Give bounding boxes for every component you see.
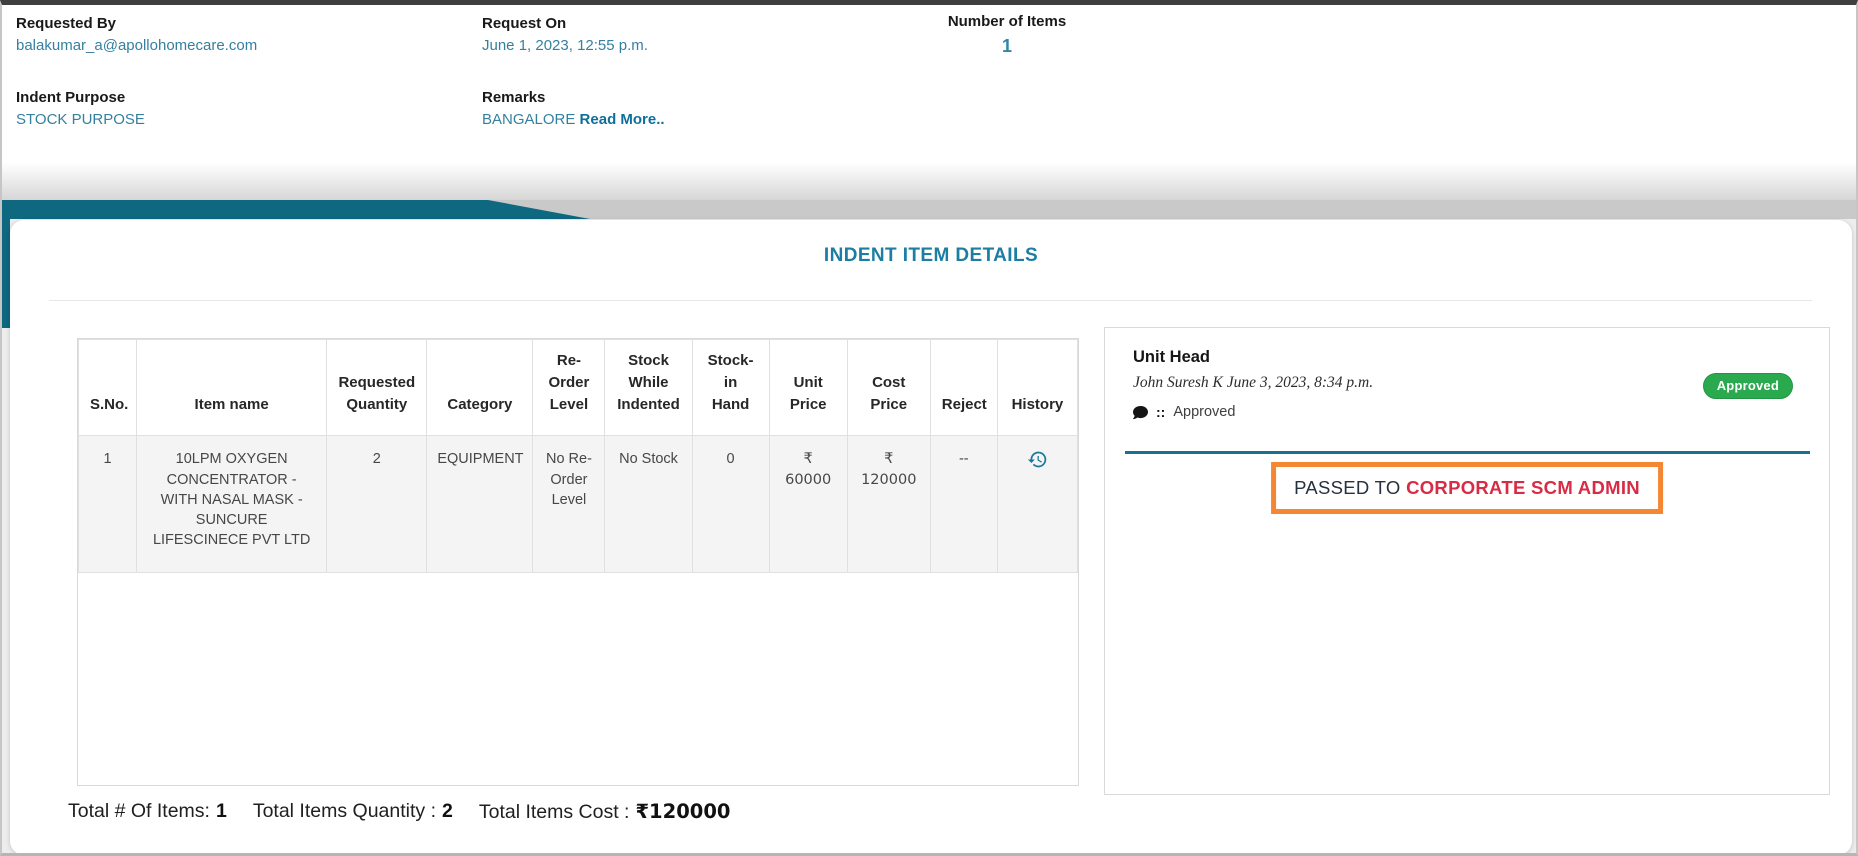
- total-quantity-label: Total Items Quantity :: [252, 800, 436, 822]
- col-cost-price: Cost Price: [846, 339, 931, 437]
- passed-to-prefix: PASSED TO: [1294, 477, 1401, 498]
- comment-row: :: Approved: [1133, 404, 1235, 420]
- passed-to-target: CORPORATE SCM ADMIN: [1406, 477, 1640, 498]
- number-of-items-field: Number of Items 1: [882, 13, 1132, 57]
- col-category: Category: [426, 339, 534, 437]
- comment-separator: ::: [1156, 404, 1166, 420]
- indent-purpose-field: Indent Purpose STOCK PURPOSE: [16, 89, 145, 128]
- number-of-items-label: Number of Items: [947, 13, 1067, 30]
- indent-purpose-value: STOCK PURPOSE: [16, 111, 145, 128]
- total-cost-value: ₹120000: [635, 800, 731, 823]
- requested-by-label: Requested By: [16, 15, 117, 32]
- card-title: INDENT ITEM DETAILS: [823, 245, 1039, 266]
- band-teal-left-strip: [2, 200, 10, 328]
- col-history: History: [996, 339, 1078, 437]
- cost-price-value: 120000: [861, 471, 917, 488]
- request-on-label: Request On: [482, 15, 567, 32]
- cell-reorder-level: No Re-Order Level: [532, 435, 606, 574]
- cell-cost-price: ₹120000: [846, 435, 931, 574]
- totals-bar: Total # Of Items: 1 Total Items Quantity …: [68, 800, 730, 824]
- items-table-container: S.No. Item name Requested Quantity Categ…: [77, 338, 1079, 786]
- comment-text: Approved: [1173, 404, 1236, 420]
- remarks-value: BANGALORE Read More..: [482, 111, 665, 128]
- col-requested-quantity: Requested Quantity: [326, 339, 428, 437]
- indent-detail-screen: Requested By balakumar_a@apollohomecare.…: [0, 0, 1858, 856]
- remarks-label: Remarks: [482, 89, 546, 106]
- requested-by-value: balakumar_a@apollohomecare.com: [16, 37, 258, 54]
- status-badge: Approved: [1702, 373, 1793, 399]
- read-more-link[interactable]: Read More..: [580, 111, 665, 128]
- items-table: S.No. Item name Requested Quantity Categ…: [78, 339, 1078, 574]
- remarks-field: Remarks BANGALORE Read More..: [482, 89, 665, 128]
- history-icon[interactable]: [1027, 449, 1048, 470]
- cell-sno: 1: [78, 435, 138, 574]
- cell-unit-price: ₹60000: [768, 435, 848, 574]
- unit-price-currency: ₹: [803, 451, 813, 468]
- approver-meta: John Suresh K June 3, 2023, 8:34 p.m.: [1133, 374, 1374, 391]
- total-items-label: Total # Of Items:: [68, 800, 210, 822]
- cell-history: [996, 435, 1078, 574]
- cost-price-currency: ₹: [884, 451, 894, 468]
- card-title-divider: [49, 300, 1812, 301]
- col-unit-price: Unit Price: [768, 339, 848, 437]
- cell-stock-in-hand: 0: [691, 435, 770, 574]
- col-sno: S.No.: [78, 339, 138, 437]
- approval-panel: Unit Head John Suresh K June 3, 2023, 8:…: [1104, 327, 1830, 795]
- cell-item-name: 10LPM OXYGEN CONCENTRATOR - WITH NASAL M…: [136, 435, 328, 574]
- col-item-name: Item name: [136, 339, 328, 437]
- request-on-field: Request On June 1, 2023, 12:55 p.m.: [482, 15, 648, 54]
- col-reorder-level: Re-Order Level: [532, 339, 606, 437]
- remarks-text: BANGALORE: [482, 111, 576, 128]
- cell-stock-while-indented: No Stock: [604, 435, 693, 574]
- table-row: 1 10LPM OXYGEN CONCENTRATOR - WITH NASAL…: [78, 435, 1078, 574]
- passed-to-box: PASSED TO CORPORATE SCM ADMIN: [1271, 462, 1663, 514]
- total-quantity-value: 2: [441, 800, 453, 822]
- cell-requested-quantity: 2: [326, 435, 428, 574]
- total-cost: Total Items Cost : ₹120000: [479, 800, 731, 824]
- comment-icon: [1133, 405, 1148, 420]
- cell-reject: --: [929, 435, 998, 574]
- approver-role: Unit Head: [1133, 348, 1211, 366]
- number-of-items-value: 1: [1001, 36, 1012, 56]
- cell-category: EQUIPMENT: [426, 435, 534, 574]
- band-gradient: [2, 163, 1856, 200]
- col-stock-in-hand: Stock-in Hand: [691, 339, 770, 437]
- col-reject: Reject: [929, 339, 998, 437]
- panel-divider: [1125, 451, 1810, 454]
- unit-price-value: 60000: [785, 471, 832, 488]
- requested-by-field: Requested By balakumar_a@apollohomecare.…: [16, 15, 257, 54]
- total-items: Total # Of Items: 1: [68, 800, 227, 824]
- request-on-value: June 1, 2023, 12:55 p.m.: [482, 37, 648, 54]
- total-cost-label: Total Items Cost :: [478, 801, 630, 823]
- table-header-row: S.No. Item name Requested Quantity Categ…: [78, 339, 1078, 437]
- total-quantity: Total Items Quantity :2: [253, 800, 453, 824]
- col-stock-while-indented: Stock While Indented: [604, 339, 693, 437]
- total-items-value: 1: [215, 800, 227, 822]
- indent-purpose-label: Indent Purpose: [16, 89, 126, 106]
